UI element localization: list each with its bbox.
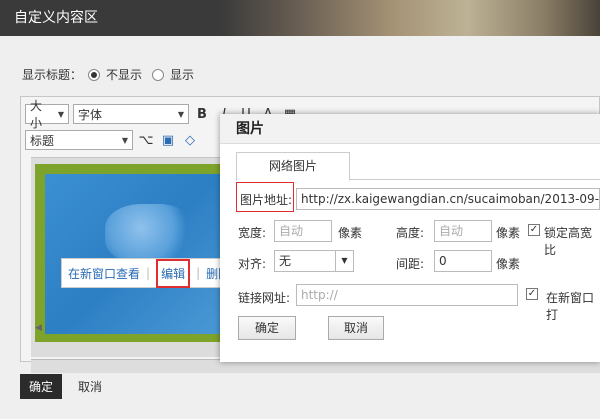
outer-dialog-title: 自定义内容区 xyxy=(14,10,98,26)
radio-hide-title[interactable] xyxy=(88,68,101,81)
open-in-new-window-link[interactable]: 在新窗口查看 xyxy=(68,265,140,282)
font-family-select-value: 字体 xyxy=(78,107,103,122)
spacing-label: 间距: xyxy=(396,257,425,271)
lock-ratio-checkbox[interactable]: ✓ xyxy=(528,224,540,236)
dialog-confirm-button[interactable]: 确定 xyxy=(238,316,296,340)
tab-network-image[interactable]: 网络图片 xyxy=(236,152,350,181)
height-unit: 像素 xyxy=(496,226,521,240)
upload-image-icon[interactable]: ▣ xyxy=(159,131,177,149)
chevron-down-icon: ▼ xyxy=(335,251,353,271)
height-input[interactable]: 自动 xyxy=(434,220,492,242)
image-dialog: 图片 网络图片 图片地址: http://zx.kaigewangdian.cn… xyxy=(220,114,600,362)
chevron-down-icon: ▼ xyxy=(177,109,184,119)
format-painter-icon[interactable]: ⌥ xyxy=(137,131,155,149)
spacing-input[interactable]: 0 xyxy=(434,250,492,272)
lock-ratio-label: 锁定高宽比 xyxy=(544,226,593,257)
width-label: 宽度: xyxy=(238,226,267,240)
chevron-down-icon: ▼ xyxy=(57,109,64,119)
radio-show-title-label[interactable]: 显示 xyxy=(170,66,194,83)
open-new-window-label: 在新窗口打 xyxy=(546,291,595,322)
align-select[interactable]: 无 ▼ xyxy=(274,250,354,272)
height-label: 高度: xyxy=(396,226,425,240)
image-seeds-graphic xyxy=(105,204,195,264)
code-icon[interactable]: ◇ xyxy=(181,131,199,149)
outer-dialog-titlebar: 自定义内容区 xyxy=(0,0,600,36)
heading-select-value: 标题 xyxy=(30,133,55,148)
separator: | xyxy=(196,266,201,280)
font-size-select-value: 大小 xyxy=(30,99,43,130)
toolbar-row-2: 标题 ▼ ⌥ ▣ ◇ xyxy=(25,129,199,151)
image-url-input[interactable]: http://zx.kaigewangdian.cn/sucaimoban/20… xyxy=(296,188,600,210)
separator: | xyxy=(146,266,151,280)
image-frame xyxy=(35,164,235,342)
align-select-value: 无 xyxy=(279,254,292,268)
dialog-cancel-button[interactable]: 取消 xyxy=(328,316,384,340)
width-unit: 像素 xyxy=(338,226,363,240)
chevron-down-icon: ▼ xyxy=(121,135,128,145)
inserted-image[interactable] xyxy=(45,174,227,334)
header-background-photo xyxy=(220,0,600,36)
show-title-row: 显示标题： 不显示 显示 xyxy=(22,66,194,83)
width-input[interactable]: 自动 xyxy=(274,220,332,242)
scroll-left-arrow-icon[interactable]: ◀ xyxy=(35,323,42,333)
url-label: 图片地址: xyxy=(240,193,293,207)
font-family-select[interactable]: 字体 ▼ xyxy=(73,104,189,124)
image-dialog-title: 图片 xyxy=(220,114,600,144)
heading-select[interactable]: 标题 ▼ xyxy=(25,130,133,150)
edit-image-link[interactable]: 编辑 xyxy=(156,258,191,288)
spacing-unit: 像素 xyxy=(496,257,521,271)
link-url-input[interactable]: http:// xyxy=(296,284,518,306)
link-label: 链接网址: xyxy=(238,291,291,305)
open-new-window-checkbox[interactable]: ✓ xyxy=(526,288,538,300)
bold-icon[interactable]: B xyxy=(193,105,211,123)
font-size-select[interactable]: 大小 ▼ xyxy=(25,99,69,130)
align-label: 对齐: xyxy=(238,257,267,271)
image-dialog-tabs: 网络图片 xyxy=(236,152,600,181)
show-title-label: 显示标题： xyxy=(22,68,83,82)
cancel-button[interactable]: 取消 xyxy=(78,378,102,395)
radio-hide-title-label[interactable]: 不显示 xyxy=(106,66,142,83)
radio-show-title[interactable] xyxy=(152,68,165,81)
confirm-button[interactable]: 确定 xyxy=(20,374,63,399)
footer-buttons: 确定 取消 xyxy=(20,374,102,399)
